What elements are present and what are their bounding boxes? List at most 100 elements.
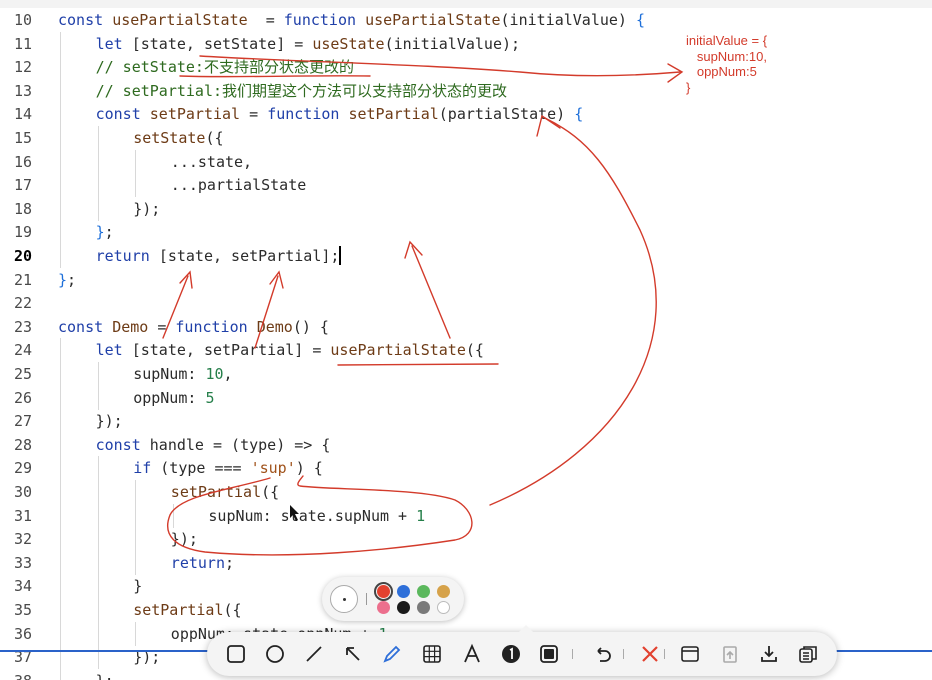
code-line[interactable]: 35 setPartial({ (0, 598, 932, 622)
code-line[interactable]: 34} (0, 574, 932, 599)
pin-icon[interactable] (677, 641, 703, 667)
code-token: handle = (type) => { (149, 435, 331, 454)
code-text: }; (96, 220, 114, 244)
swatch-black[interactable] (397, 601, 410, 614)
line-number: 38 (0, 669, 32, 680)
undo-icon[interactable] (589, 641, 615, 667)
download-icon[interactable] (756, 641, 782, 667)
code-line[interactable]: 33 return; (0, 550, 932, 575)
swatch-gold[interactable] (437, 585, 450, 598)
code-text: const Demo = function Demo() { (58, 315, 329, 339)
brush-size-button[interactable] (330, 585, 358, 613)
swatch-green[interactable] (417, 585, 430, 598)
arrow-icon[interactable] (340, 641, 366, 667)
line-number: 31 (13, 506, 32, 525)
code-text: return; (171, 551, 234, 575)
swatch-white[interactable] (437, 601, 450, 614)
code-token: Demo (112, 317, 149, 336)
step-number-icon[interactable] (498, 641, 524, 667)
code-line[interactable]: 32}); (0, 527, 932, 552)
code-token: }); (133, 199, 161, 218)
indent-guide (97, 503, 99, 528)
code-token: function (267, 105, 349, 124)
code-text: oppNum: 5 (133, 386, 214, 410)
swatch-gray[interactable] (417, 601, 430, 614)
copy-icon[interactable] (795, 641, 821, 667)
code-line[interactable]: 23 const Demo = function Demo() { (0, 315, 932, 339)
color-picker[interactable] (322, 577, 464, 621)
swatch-pink[interactable] (377, 601, 390, 614)
code-token: ({ (465, 341, 484, 360)
code-token: ...partialState (170, 176, 307, 195)
code-token: function (175, 317, 257, 336)
note-line: initialValue = { (686, 33, 768, 48)
close-icon[interactable] (637, 641, 663, 667)
indent-guide (97, 645, 99, 670)
ellipse-icon[interactable] (262, 641, 288, 667)
code-token: // setPartial:我们期望这个方法可以支持部分状态的更改 (95, 81, 508, 100)
code-text: return [state, setPartial]; (96, 244, 342, 268)
line-number: 24 (13, 341, 32, 360)
code-line[interactable]: 11 let [state, setState] = useState(initi… (0, 31, 932, 56)
swatch-blue[interactable] (397, 585, 410, 598)
toolbar-divider (623, 649, 624, 659)
code-line[interactable]: 26 oppNum: 5 (0, 385, 932, 410)
code-editor[interactable]: 10 const usePartialState = function usePa… (0, 0, 932, 680)
indent-guide (135, 550, 137, 575)
line-number: 19 (13, 223, 32, 242)
highlight-icon[interactable] (536, 641, 562, 667)
upload-icon[interactable] (717, 641, 743, 667)
code-line[interactable]: 21}; (0, 268, 932, 292)
code-line[interactable]: 16 ...state, (0, 149, 932, 174)
code-token: 10 (205, 365, 224, 383)
code-line[interactable]: 27}); (0, 409, 932, 434)
code-line[interactable]: 10 const usePartialState = function usePa… (0, 8, 932, 32)
code-line[interactable]: 22 (0, 291, 932, 315)
indent-guide (97, 480, 99, 504)
annotation-toolbar[interactable] (207, 625, 837, 676)
code-line[interactable]: 14 const setPartial = function setPartial… (0, 102, 932, 127)
code-line[interactable]: 17 ...partialState (0, 173, 932, 198)
code-token: } (58, 270, 68, 289)
code-line[interactable]: 18}); (0, 196, 932, 221)
text-icon[interactable] (459, 641, 485, 667)
code-line[interactable]: 29 if (type === 'sup') { (0, 456, 932, 481)
indent-guide (60, 409, 61, 434)
code-line[interactable]: 13 // setPartial:我们期望这个方法可以支持部分状态的更改 (0, 78, 932, 103)
code-token: setPartial (348, 105, 439, 124)
text-cursor (339, 246, 342, 265)
mosaic-icon[interactable] (419, 641, 445, 667)
code-text: ...state, (171, 150, 252, 174)
code-text: // setPartial:我们期望这个方法可以支持部分状态的更改 (96, 79, 507, 103)
code-token: }; (96, 672, 114, 680)
picker-divider (366, 593, 367, 605)
indent-guide (135, 527, 137, 552)
indent-guide (60, 527, 61, 552)
code-token: (type === (160, 459, 251, 478)
code-line[interactable]: 12 // setState:不支持部分状态更改的 (0, 55, 932, 80)
indent-guide (60, 173, 61, 198)
code-token: function (283, 11, 366, 29)
code-text: }); (133, 197, 160, 221)
code-line[interactable]: 15 setState({ (0, 126, 932, 150)
code-text: // setState:不支持部分状态更改的 (96, 55, 354, 79)
code-text: setPartial({ (171, 480, 279, 504)
code-line[interactable]: 24 let [state, setPartial] = usePartialSt… (0, 338, 932, 363)
code-line[interactable]: 31 supNum: state.supNum + 1 (0, 503, 932, 528)
code-line[interactable]: 28 const handle = (type) => { (0, 432, 932, 457)
line-number: 20 (13, 247, 32, 265)
rectangle-icon[interactable] (223, 641, 249, 667)
note-line: supNum:10, (686, 48, 767, 64)
indent-guide (97, 456, 99, 481)
code-line[interactable]: 20 return [state, setPartial]; (0, 244, 932, 268)
indent-guide (97, 173, 99, 198)
code-line[interactable]: 25 supNum: 10, (0, 362, 932, 386)
code-token: (partialState) (438, 105, 575, 124)
pen-icon[interactable] (379, 641, 405, 667)
code-line[interactable]: 30 setPartial({ (0, 480, 932, 504)
code-text: ...partialState (171, 173, 306, 197)
swatch-red[interactable] (374, 582, 393, 601)
code-text: setPartial({ (133, 598, 241, 622)
line-icon[interactable] (301, 641, 327, 667)
code-line[interactable]: 19}; (0, 220, 932, 245)
